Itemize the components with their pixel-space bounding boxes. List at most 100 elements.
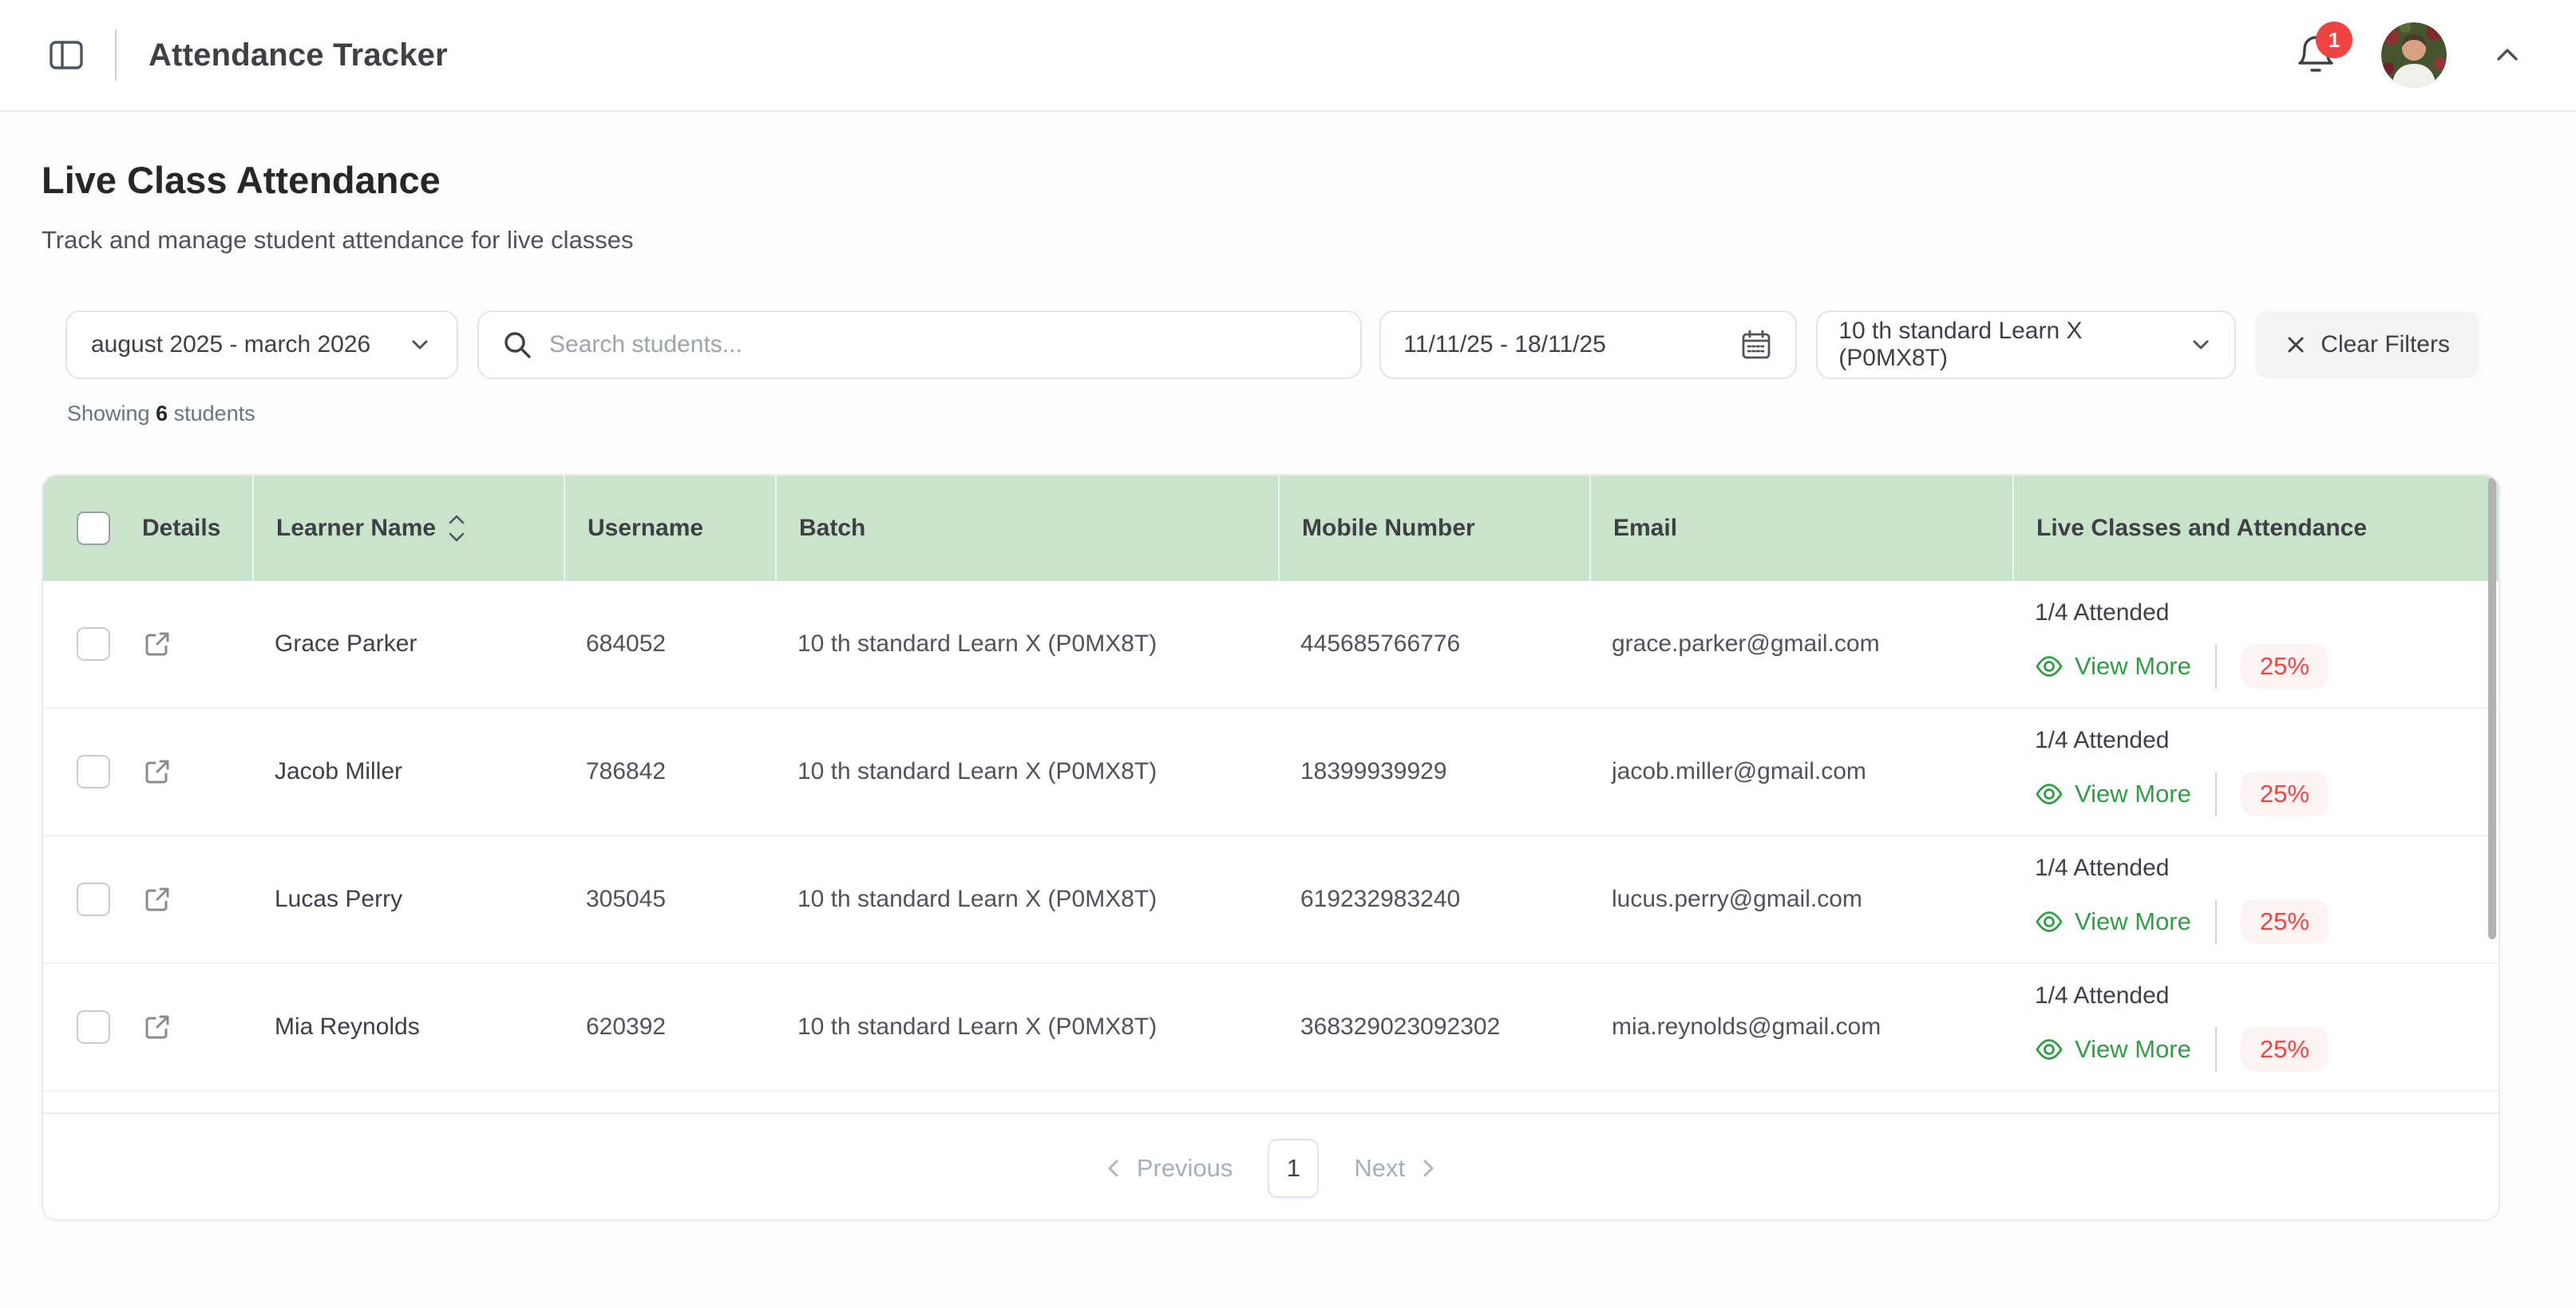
divider xyxy=(2215,1027,2217,1072)
page-subtitle: Track and manage student attendance for … xyxy=(42,226,2534,255)
page-number-button[interactable]: 1 xyxy=(1268,1139,1319,1198)
table-row: Mia Reynolds 620392 10 th standard Learn… xyxy=(43,964,2499,1092)
view-more-link[interactable]: View More xyxy=(2035,907,2191,936)
learner-name: Lucas Perry xyxy=(252,886,564,913)
eye-icon xyxy=(2035,1035,2064,1064)
external-link-icon[interactable] xyxy=(142,884,252,915)
batch: 10 th standard Learn X (P0MX8T) xyxy=(775,886,1278,913)
row-checkbox[interactable] xyxy=(77,1010,110,1044)
divider xyxy=(2215,772,2217,816)
attendance-table: Details Learner Name Username Batch Mobi… xyxy=(42,474,2500,1221)
learner-name: Grace Parker xyxy=(252,630,564,658)
mobile-number: 368329023092302 xyxy=(1278,1014,1589,1041)
session-dropdown[interactable]: august 2025 - march 2026 xyxy=(65,310,458,379)
table-header-row: Details Learner Name Username Batch Mobi… xyxy=(43,476,2499,581)
col-email: Email xyxy=(1589,476,2012,581)
email: mia.reynolds@gmail.com xyxy=(1589,1014,2012,1041)
attendance-percent: 25% xyxy=(2241,899,2329,944)
notification-badge: 1 xyxy=(2316,22,2352,58)
username: 786842 xyxy=(564,758,775,785)
eye-icon xyxy=(2035,780,2064,808)
batch: 10 th standard Learn X (P0MX8T) xyxy=(775,758,1278,785)
calendar-icon xyxy=(1739,328,1773,362)
username: 684052 xyxy=(564,630,775,658)
col-username: Username xyxy=(564,476,775,581)
email: grace.parker@gmail.com xyxy=(1589,630,2012,658)
attendance-count: 1/4 Attended xyxy=(2035,727,2499,754)
attendance-percent: 25% xyxy=(2241,1027,2329,1072)
date-range-picker[interactable]: 11/11/25 - 18/11/25 xyxy=(1379,310,1797,379)
chevron-down-icon xyxy=(2188,332,2214,358)
notifications-button[interactable]: 1 xyxy=(2293,33,2338,77)
student-count: 6 xyxy=(156,401,168,425)
table-row: Jacob Miller 786842 10 th standard Learn… xyxy=(43,709,2499,836)
search-icon xyxy=(501,329,533,361)
row-checkbox[interactable] xyxy=(77,627,110,661)
col-details: Details xyxy=(120,515,252,542)
mobile-number: 619232983240 xyxy=(1278,886,1589,913)
email: lucus.perry@gmail.com xyxy=(1589,886,2012,913)
username: 305045 xyxy=(564,886,775,913)
view-more-link[interactable]: View More xyxy=(2035,1035,2191,1064)
search-input[interactable] xyxy=(549,331,1338,358)
attendance-count: 1/4 Attended xyxy=(2035,855,2499,882)
header-divider xyxy=(115,30,117,81)
top-bar: Attendance Tracker 1 xyxy=(0,0,2576,112)
attendance-count: 1/4 Attended xyxy=(2035,599,2499,626)
search-box[interactable] xyxy=(477,310,1362,379)
partial-row xyxy=(43,1092,2499,1112)
col-batch: Batch xyxy=(775,476,1278,581)
page-title: Live Class Attendance xyxy=(42,158,2534,202)
session-dropdown-value: august 2025 - march 2026 xyxy=(91,331,370,358)
email: jacob.miller@gmail.com xyxy=(1589,758,2012,785)
batch: 10 th standard Learn X (P0MX8T) xyxy=(775,1014,1278,1041)
batch: 10 th standard Learn X (P0MX8T) xyxy=(775,630,1278,658)
view-more-link[interactable]: View More xyxy=(2035,780,2191,808)
next-page-button[interactable]: Next xyxy=(1354,1154,1440,1183)
chevron-right-icon xyxy=(1416,1156,1440,1180)
table-row: Lucas Perry 305045 10 th standard Learn … xyxy=(43,836,2499,964)
clear-filters-label: Clear Filters xyxy=(2321,331,2450,358)
pagination: Previous 1 Next xyxy=(43,1112,2499,1221)
table-row: Grace Parker 684052 10 th standard Learn… xyxy=(43,581,2499,709)
clear-filters-button[interactable]: Clear Filters xyxy=(2255,311,2479,378)
col-live-classes: Live Classes and Attendance xyxy=(2012,476,2499,581)
learner-name: Mia Reynolds xyxy=(252,1014,564,1041)
select-all-checkbox[interactable] xyxy=(77,512,110,545)
divider xyxy=(2215,644,2217,689)
attendance-count: 1/4 Attended xyxy=(2035,982,2499,1010)
chevron-left-icon xyxy=(1102,1156,1126,1180)
mobile-number: 445685766776 xyxy=(1278,630,1589,658)
divider xyxy=(2215,899,2217,944)
eye-icon xyxy=(2035,652,2064,681)
previous-page-button[interactable]: Previous xyxy=(1102,1154,1233,1183)
view-more-link[interactable]: View More xyxy=(2035,652,2191,681)
app-title: Attendance Tracker xyxy=(148,38,448,73)
mobile-number: 18399939929 xyxy=(1278,758,1589,785)
external-link-icon[interactable] xyxy=(142,757,252,787)
sidebar-panel-icon xyxy=(48,37,85,73)
chevron-down-icon xyxy=(407,332,433,358)
filter-bar: august 2025 - march 2026 11/11/25 - 18/1… xyxy=(42,310,2534,379)
sidebar-toggle-button[interactable] xyxy=(46,35,86,75)
row-checkbox[interactable] xyxy=(77,755,110,788)
batch-dropdown[interactable]: 10 th standard Learn X (P0MX8T) xyxy=(1816,310,2236,379)
external-link-icon[interactable] xyxy=(142,629,252,659)
date-range-value: 11/11/25 - 18/11/25 xyxy=(1403,331,1606,358)
col-mobile: Mobile Number xyxy=(1278,476,1589,581)
row-checkbox[interactable] xyxy=(77,883,110,916)
sort-icon[interactable] xyxy=(447,512,466,545)
results-summary: Showing 6 students xyxy=(42,401,2534,426)
external-link-icon[interactable] xyxy=(142,1012,252,1042)
attendance-percent: 25% xyxy=(2241,644,2329,689)
eye-icon xyxy=(2035,907,2064,936)
col-learner-name[interactable]: Learner Name xyxy=(252,476,564,581)
profile-menu-chevron-up-icon[interactable] xyxy=(2490,38,2525,73)
attendance-percent: 25% xyxy=(2241,772,2329,816)
avatar[interactable] xyxy=(2381,22,2447,88)
learner-name: Jacob Miller xyxy=(252,758,564,785)
username: 620392 xyxy=(564,1014,775,1041)
batch-dropdown-value: 10 th standard Learn X (P0MX8T) xyxy=(1838,318,2188,372)
close-icon xyxy=(2284,333,2308,357)
vertical-scrollbar[interactable] xyxy=(2488,478,2496,939)
